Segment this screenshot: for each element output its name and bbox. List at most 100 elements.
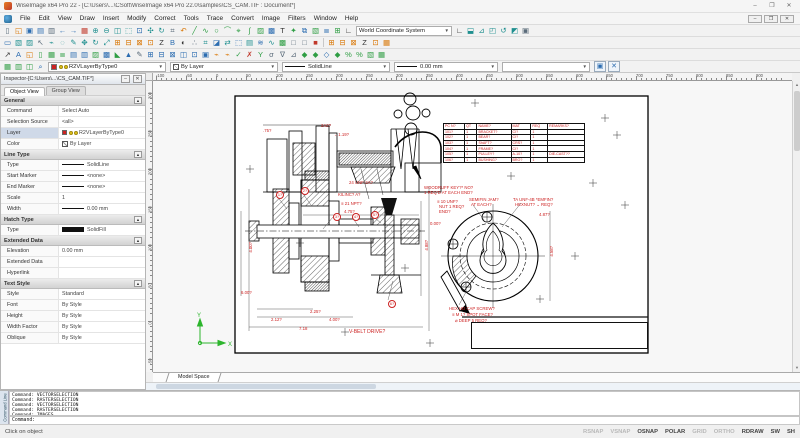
r2v6-icon[interactable]: ▦ [381,37,392,48]
vscroll-thumb[interactable] [794,91,800,151]
brush-icon[interactable]: ✎ [68,37,79,48]
print-icon[interactable]: ▥ [46,25,57,36]
property-row[interactable]: HeightBy Style [1,311,145,322]
property-row[interactable]: TypeSolidFill [1,225,145,236]
folder2-icon[interactable]: ◱ [24,49,35,60]
property-value[interactable] [59,257,145,267]
drawing-canvas[interactable]: Y X .75?2A2?←1.19?24 UNF-2A?KILINC? A?≡ … [153,81,792,372]
lineweight-combobox[interactable]: 0.00 mm ▼ [394,62,498,72]
toggle-osnap[interactable]: OSNAP [637,429,658,435]
property-row[interactable]: Start Marker<none> [1,171,145,182]
rotate-icon[interactable]: ↻ [90,37,101,48]
scroll-up-icon[interactable]: ▲ [793,81,800,89]
checker-icon[interactable]: ▩ [277,37,288,48]
img-hatch-icon[interactable]: ▨ [90,49,101,60]
save-all-icon[interactable]: ▤ [35,25,46,36]
pct2-icon[interactable]: % [354,49,365,60]
property-row[interactable]: Scale1 [1,193,145,204]
vertical-scrollbar[interactable]: ▲ ▼ [792,81,800,372]
tab-object-view[interactable]: Object View [4,87,45,96]
style-edit-button[interactable]: ▣ [594,61,606,72]
tri-icon[interactable]: ◣ [112,49,123,60]
pan-icon[interactable]: ✣ [145,25,156,36]
split-icon[interactable]: ⊡ [145,37,156,48]
minimize-button[interactable]: – [748,2,762,11]
menu-edit[interactable]: Edit [34,14,53,23]
mask-icon[interactable]: ▤ [244,37,255,48]
collapse-button[interactable]: ▲ [134,237,142,244]
ucs-world-icon[interactable]: ∟ [454,25,465,36]
vec1-icon[interactable]: ✓ [233,49,244,60]
property-row[interactable]: CommandSelect Auto [1,106,145,117]
r2v2-icon[interactable]: ⊟ [337,37,348,48]
vec2-icon[interactable]: ✗ [244,49,255,60]
cal1-icon[interactable]: ⊞ [145,49,156,60]
group-icon[interactable]: ⧉ [299,25,310,36]
book2-icon[interactable]: ◆ [310,49,321,60]
property-value[interactable]: By Style [59,322,145,332]
horizontal-scrollbar[interactable] [146,382,800,390]
undo-icon[interactable]: ↶ [178,25,189,36]
property-row[interactable]: Width FactorBy Style [1,322,145,333]
property-row[interactable]: FontBy Style [1,300,145,311]
cal5-icon[interactable]: ⊡ [189,49,200,60]
close-button[interactable]: ✕ [782,2,796,11]
tri2-icon[interactable]: ▲ [123,49,134,60]
property-row[interactable]: ColorBy Layer [1,139,145,150]
property-row[interactable]: End Marker<none> [1,182,145,193]
property-value[interactable]: Standard [59,289,145,299]
toggle-vsnap[interactable]: VSNAP [610,429,630,435]
ucs-apply-icon[interactable]: ▣ [520,25,531,36]
property-value[interactable]: <none> [59,171,145,181]
collapse-button[interactable]: ▲ [134,216,142,223]
scroll-down-icon[interactable]: ▼ [793,364,800,372]
mirror-icon[interactable]: ⇄ [222,37,233,48]
ucs-icon[interactable]: ∟ [343,25,354,36]
menu-draw[interactable]: Draw [76,14,99,23]
img-lines-icon[interactable]: ≣ [57,49,68,60]
vec6-icon[interactable]: ⊿ [288,49,299,60]
fence-icon[interactable]: ⌁ [46,37,57,48]
empty1-icon[interactable]: □ [288,37,299,48]
zoom-out-icon[interactable]: ⊖ [101,25,112,36]
despeckle-icon[interactable]: ∴ [189,37,200,48]
zoom-window-icon[interactable]: ⬚ [123,25,134,36]
img-dark-icon[interactable]: ▩ [101,49,112,60]
property-row[interactable]: Elevation0.00 mm [1,246,145,257]
text-icon[interactable]: T [277,25,288,36]
zigzag-icon[interactable]: Z [156,37,167,48]
menu-help[interactable]: Help [341,14,362,23]
move-icon[interactable]: ✥ [79,37,90,48]
empty2-icon[interactable]: □ [299,37,310,48]
property-row[interactable]: Hyperlink [1,268,145,279]
book1-icon[interactable]: ◆ [299,49,310,60]
smooth-icon[interactable]: ∿ [266,37,277,48]
property-row[interactable]: Width0.00 mm [1,204,145,215]
refresh-icon[interactable]: ↻ [156,25,167,36]
back-icon[interactable]: ← [57,25,68,36]
redline-icon[interactable]: ▦ [79,25,90,36]
polyline-icon[interactable]: ∿ [200,25,211,36]
vec4-icon[interactable]: σ [266,49,277,60]
photo1-icon[interactable]: ▧ [365,49,376,60]
property-row[interactable]: Selection Source<all> [1,117,145,128]
select-icon[interactable]: ▭ [2,37,13,48]
binarize-icon[interactable]: B [167,37,178,48]
cell-icon[interactable]: ⊞ [112,37,123,48]
property-value[interactable]: 1 [59,193,145,203]
property-row[interactable]: Extended Data [1,257,145,268]
pct1-icon[interactable]: % [343,49,354,60]
doc-close-button[interactable]: ✕ [780,15,794,23]
cal6-icon[interactable]: ▣ [200,49,211,60]
collapse-button[interactable]: ▲ [134,97,142,104]
property-value[interactable]: <none> [59,182,145,192]
property-row[interactable]: StyleStandard [1,289,145,300]
r2v1-icon[interactable]: ⊞ [326,37,337,48]
new-icon[interactable]: ▯ [2,25,13,36]
r2v3-icon[interactable]: ⊠ [348,37,359,48]
circle-icon[interactable]: ○ [211,25,222,36]
open-icon[interactable]: ◱ [13,25,24,36]
menu-file[interactable]: File [16,14,34,23]
toggle-rsnap[interactable]: RSNAP [583,429,603,435]
select-raster-icon[interactable]: ▧ [13,37,24,48]
